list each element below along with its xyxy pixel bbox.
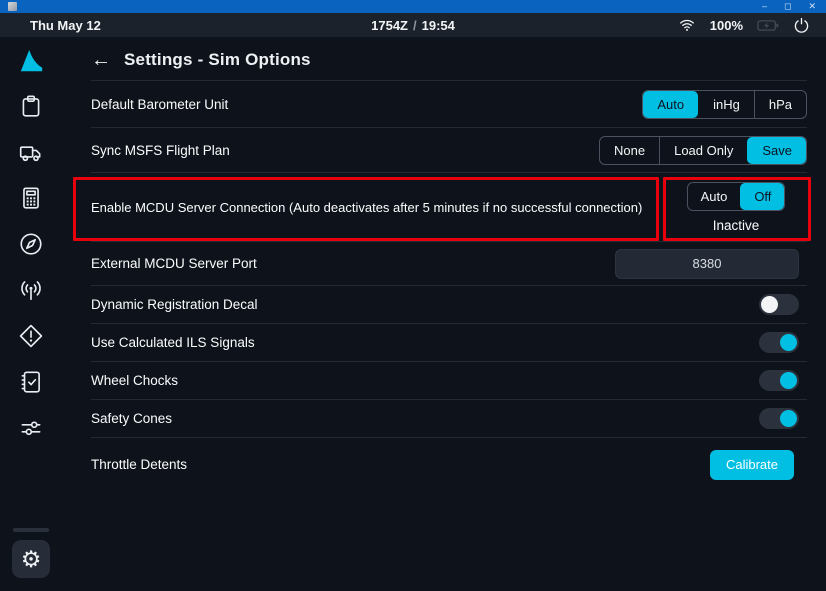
atc-antenna-icon[interactable] <box>16 277 46 303</box>
status-time-local: 19:54 <box>422 18 455 33</box>
mcdu-server-status: Inactive <box>713 218 760 233</box>
os-title-bar: – ◻ ✕ <box>0 0 826 13</box>
setting-row-use-calculated-ils-signals: Use Calculated ILS Signals <box>91 324 807 362</box>
checklists-notebook-icon[interactable] <box>16 369 46 395</box>
battery-charging-icon <box>757 19 779 32</box>
setting-row-sync-msfs-flight-plan: Sync MSFS Flight Plan None Load Only Sav… <box>91 128 807 173</box>
window-close-button[interactable]: ✕ <box>808 2 816 11</box>
mcdu-server-port-input[interactable] <box>615 249 799 279</box>
setting-label: External MCDU Server Port <box>91 256 257 271</box>
setting-label: Enable MCDU Server Connection (Auto deac… <box>91 200 642 215</box>
setting-label: Default Barometer Unit <box>91 97 228 112</box>
wheel-chocks-toggle[interactable] <box>759 370 799 391</box>
toggle-knob <box>780 410 797 427</box>
setting-row-default-barometer-unit: Default Barometer Unit Auto inHg hPa <box>91 81 807 128</box>
safety-cones-toggle[interactable] <box>759 408 799 429</box>
ground-services-truck-icon[interactable] <box>16 139 46 165</box>
presets-sliders-icon[interactable] <box>16 415 46 441</box>
status-clock: 1754Z/19:54 <box>371 18 455 33</box>
window-minimize-button[interactable]: – <box>762 2 767 11</box>
setting-row-mcdu-server-connection: Enable MCDU Server Connection (Auto deac… <box>91 173 807 242</box>
efb-status-bar: Thu May 12 1754Z/19:54 100% <box>0 13 826 37</box>
status-time-separator: / <box>408 18 422 33</box>
back-button[interactable]: ← <box>91 50 111 70</box>
option-save[interactable]: Save <box>747 137 806 164</box>
toggle-knob <box>780 334 797 351</box>
app-icon <box>8 2 17 11</box>
window-maximize-button[interactable]: ◻ <box>784 2 791 11</box>
barometer-unit-segmented: Auto inHg hPa <box>642 90 807 119</box>
setting-label: Wheel Chocks <box>91 373 178 388</box>
battery-percent: 100% <box>710 18 743 33</box>
power-icon[interactable] <box>793 17 810 34</box>
setting-row-wheel-chocks: Wheel Chocks <box>91 362 807 400</box>
option-hpa[interactable]: hPa <box>754 91 806 118</box>
calibrate-button[interactable]: Calibrate <box>710 450 794 480</box>
setting-row-safety-cones: Safety Cones <box>91 400 807 438</box>
setting-label: Safety Cones <box>91 411 172 426</box>
page-title: Settings - Sim Options <box>124 50 311 70</box>
toggle-knob <box>761 296 778 313</box>
settings-list: Default Barometer Unit Auto inHg hPa Syn… <box>91 80 807 491</box>
option-auto[interactable]: Auto <box>688 183 741 210</box>
option-auto[interactable]: Auto <box>643 91 698 118</box>
option-off[interactable]: Off <box>740 183 784 210</box>
wifi-icon[interactable] <box>678 17 696 33</box>
option-inhg[interactable]: inHg <box>698 91 754 118</box>
setting-row-external-mcdu-server-port: External MCDU Server Port <box>91 242 807 286</box>
option-load-only[interactable]: Load Only <box>659 137 747 164</box>
settings-gear-icon[interactable]: ⚙ <box>12 540 50 578</box>
setting-row-dynamic-registration-decal: Dynamic Registration Decal <box>91 286 807 324</box>
sidebar-divider <box>13 528 49 532</box>
setting-row-throttle-detents: Throttle Detents Calibrate <box>91 438 807 491</box>
calculated-ils-toggle[interactable] <box>759 332 799 353</box>
navigation-compass-icon[interactable] <box>16 231 46 257</box>
setting-label: Sync MSFS Flight Plan <box>91 143 230 158</box>
sidebar: ⚙ <box>0 37 62 591</box>
failures-alert-diamond-icon[interactable] <box>16 323 46 349</box>
setting-label: Dynamic Registration Decal <box>91 297 258 312</box>
setting-label: Throttle Detents <box>91 457 187 472</box>
status-time-utc: 1754Z <box>371 18 408 33</box>
dynamic-registration-toggle[interactable] <box>759 294 799 315</box>
mcdu-server-segmented: Auto Off <box>687 182 786 211</box>
sync-flight-plan-segmented: None Load Only Save <box>599 136 807 165</box>
option-none[interactable]: None <box>600 137 659 164</box>
performance-calculator-icon[interactable] <box>16 185 46 211</box>
toggle-knob <box>780 372 797 389</box>
status-date: Thu May 12 <box>30 18 101 33</box>
clipboard-icon[interactable] <box>16 93 46 119</box>
flybywire-logo-icon[interactable] <box>16 47 46 73</box>
setting-label: Use Calculated ILS Signals <box>91 335 255 350</box>
